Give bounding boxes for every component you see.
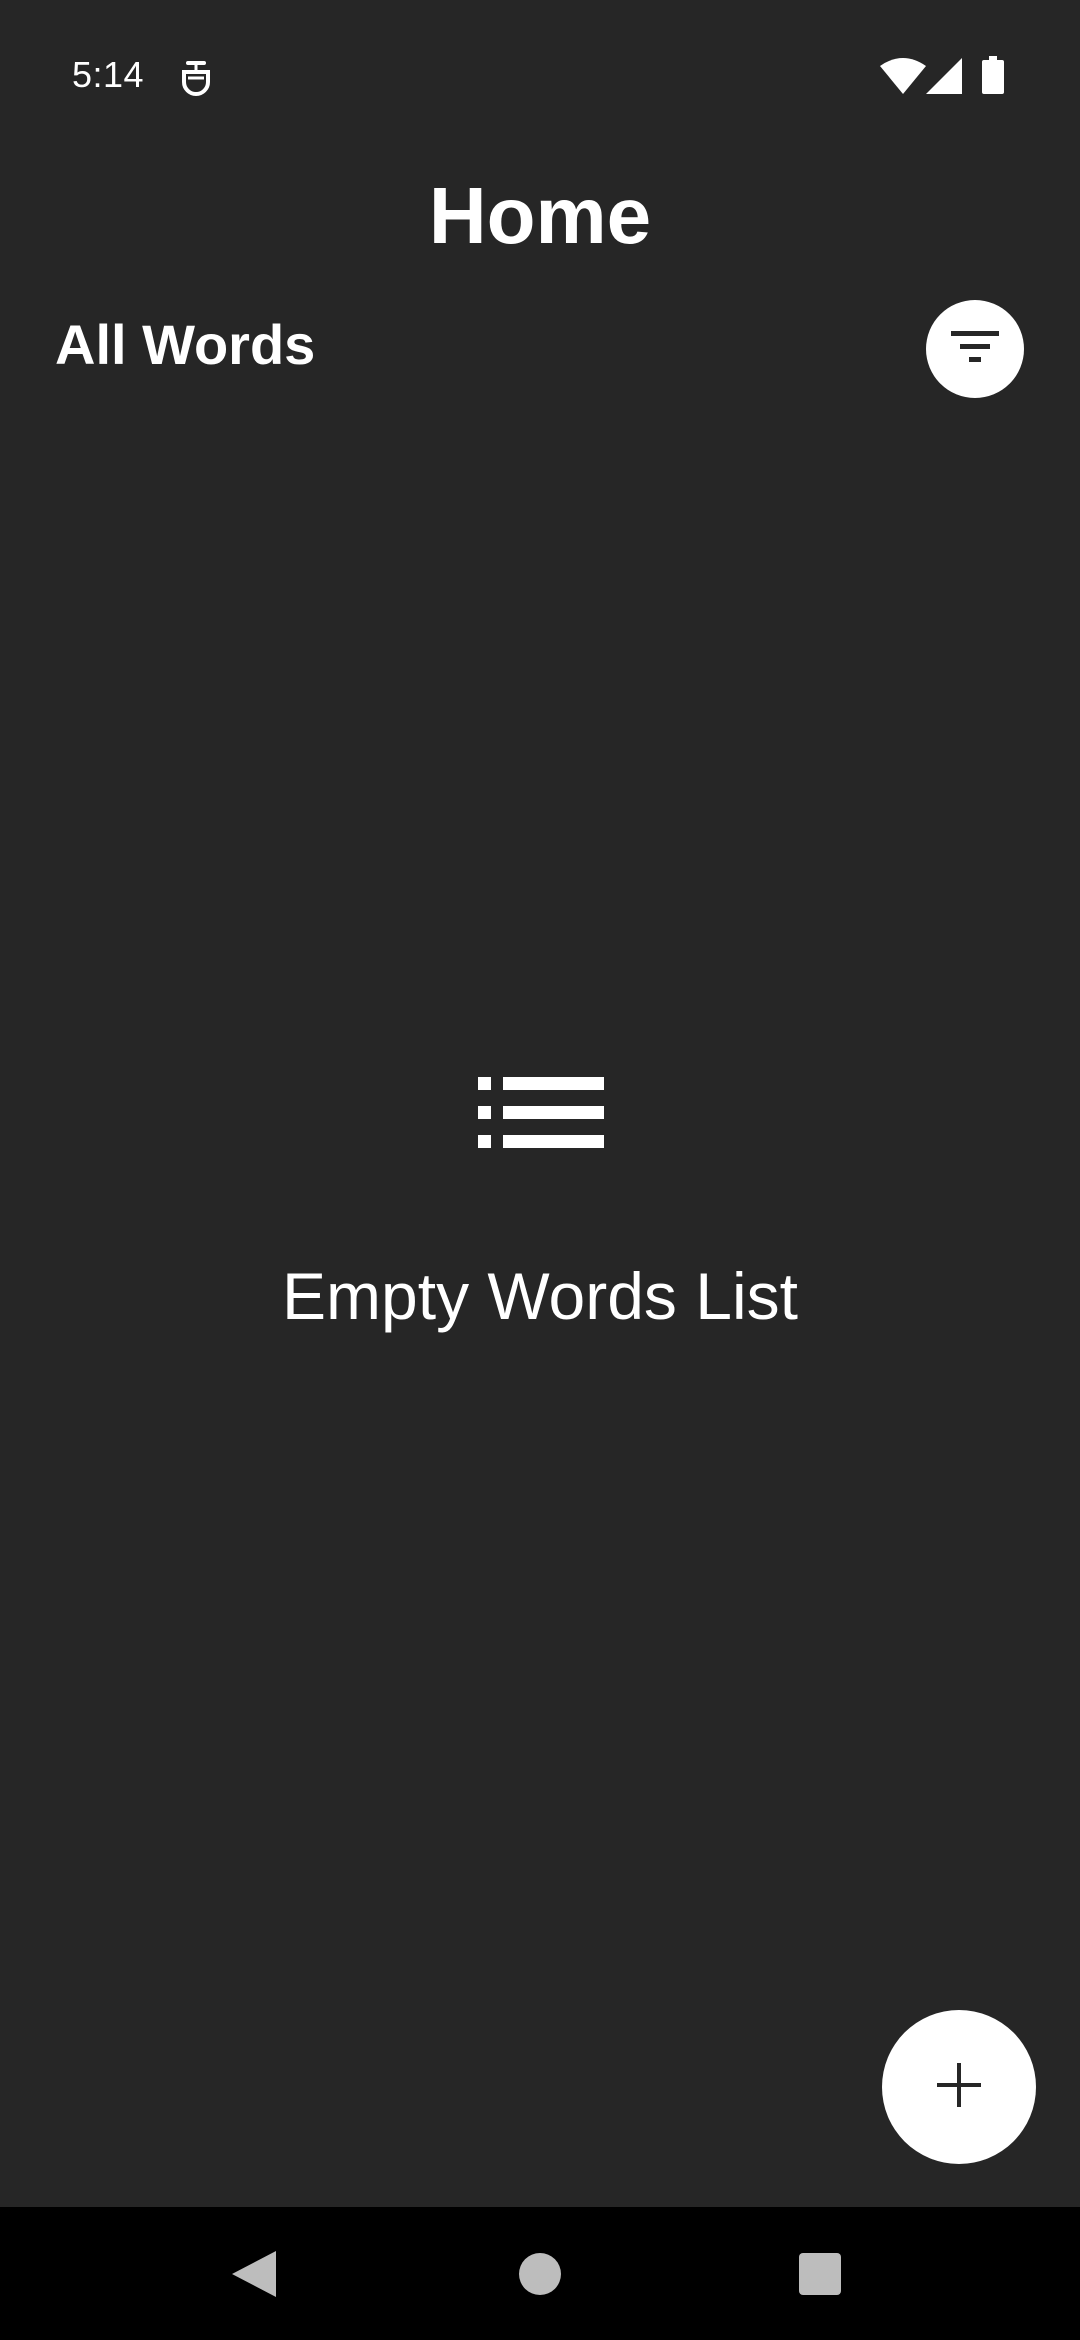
wifi-icon — [880, 58, 926, 94]
add-icon — [937, 2062, 981, 2112]
home-icon[interactable] — [519, 2253, 561, 2295]
filter-button[interactable] — [926, 300, 1024, 398]
page-title: Home — [428, 171, 652, 260]
system-nav-bar — [0, 2207, 1080, 2340]
section-title-all-words: All Words — [55, 313, 316, 376]
filter-icon — [951, 329, 999, 370]
signal-icon — [926, 58, 962, 94]
battery-icon — [982, 56, 1004, 94]
status-time: 5:14 — [72, 54, 145, 95]
notification-icon — [180, 58, 212, 96]
add-word-button[interactable] — [882, 2010, 1036, 2164]
app-screen: 5:14 Home All Words Empty Words List — [0, 0, 1080, 2340]
list-icon — [478, 1077, 604, 1149]
status-bar: 5:14 — [0, 0, 1080, 150]
back-icon[interactable] — [232, 2251, 276, 2297]
empty-state-message: Empty Words List — [282, 1259, 798, 1333]
recents-icon[interactable] — [799, 2253, 841, 2295]
